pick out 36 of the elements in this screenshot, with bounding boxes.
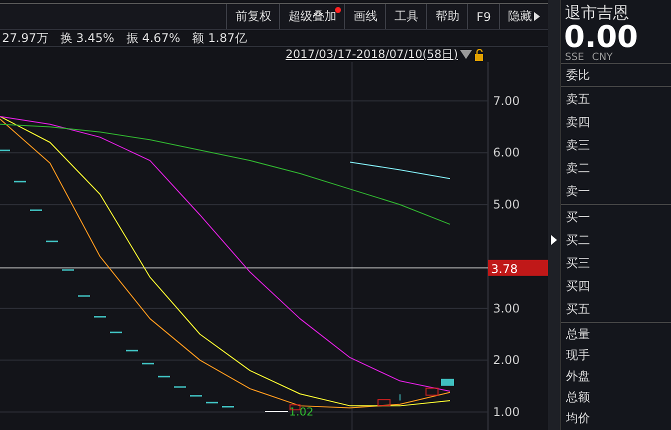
row-label: 现手 (565, 347, 591, 364)
row-label: 买二 (565, 232, 591, 249)
axis-label: 6.00 (493, 146, 520, 160)
row-label: 委比 (565, 67, 591, 84)
lock-icon[interactable] (474, 48, 484, 60)
row-label: 买四 (565, 278, 591, 295)
row-label: 卖五 (565, 91, 591, 108)
axis-label: 5.00 (493, 198, 520, 212)
stat-text: 额 1.87亿 (192, 30, 247, 46)
axis-label: 2.00 (493, 353, 520, 368)
row-label: 卖一 (565, 183, 591, 200)
row-label: 总额 (565, 389, 591, 406)
stat-text: 振 4.67% (126, 30, 180, 46)
row-label: 买五 (565, 301, 591, 318)
stat-text: 换 3.45% (60, 30, 114, 46)
axis-label: 7.00 (493, 94, 520, 108)
stock-name: 退市吉恩 (564, 2, 630, 24)
axis-label: 1.00 (493, 405, 520, 420)
row-label: 均价 (565, 410, 591, 427)
row-label: 买一 (565, 209, 591, 226)
row-label: 总量 (565, 326, 591, 343)
row-label: 外盘 (565, 368, 591, 385)
dropdown-triangle-icon[interactable] (460, 50, 472, 59)
row-label: 买三 (565, 255, 591, 272)
row-label: 卖三 (565, 137, 591, 154)
arrow-right-icon[interactable] (551, 235, 557, 245)
ref-line-label: 3.78 (491, 262, 518, 276)
row-label: 卖二 (565, 160, 591, 177)
currency-label: CNY (592, 52, 613, 63)
axis-label: 3.00 (493, 301, 520, 316)
price-tag: 3.78 (488, 260, 548, 276)
date-range[interactable]: 2017/03/17-2018/07/10(58日) (286, 47, 458, 62)
row-label: 卖四 (565, 114, 591, 131)
exchange-label: SSE (565, 52, 584, 63)
stock-price: 0.00 (563, 24, 640, 52)
stat-text: 27.97万 (2, 30, 48, 46)
